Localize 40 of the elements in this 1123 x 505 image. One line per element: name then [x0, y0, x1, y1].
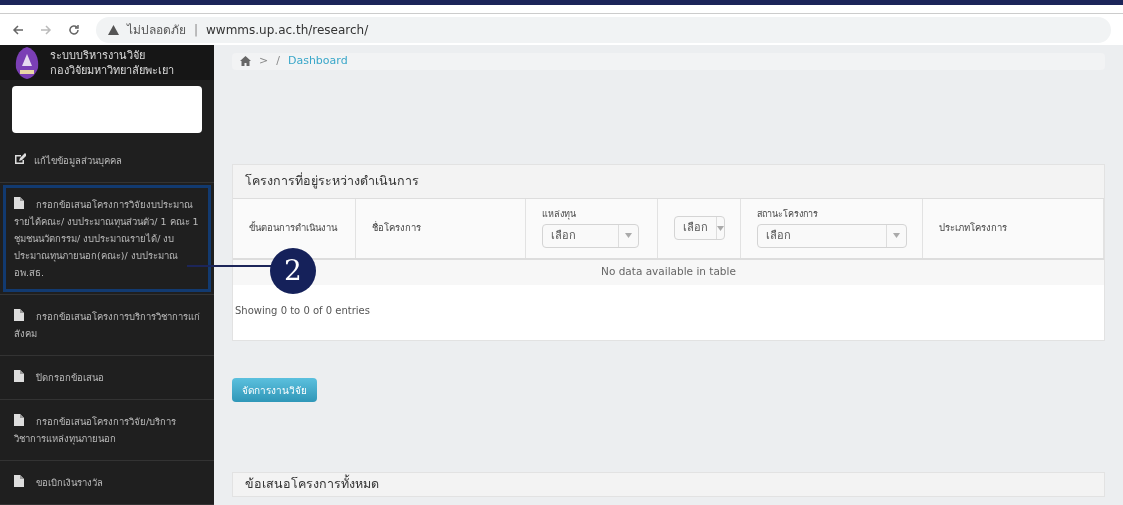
- column-header: ประเภทโครงการ: [939, 220, 1007, 235]
- sidebar-item[interactable]: กรอกข้อเสนอโครงการบริการวิชาการแก่สังคม: [3, 297, 211, 353]
- sidebar-item[interactable]: กรอกข้อเสนอโครงการวิจัย/บริการวิชาการแหล่งทุนภายนอก: [3, 402, 211, 458]
- file-icon: [14, 309, 24, 321]
- system-title: ระบบบริหารงานวิจัย: [50, 47, 146, 63]
- file-icon: [14, 414, 24, 426]
- panel-title: โครงการที่อยู่ระหว่างดำเนินการ: [245, 171, 419, 191]
- address-divider: |: [194, 21, 199, 39]
- sidebar-item[interactable]: ปิดกรอกข้อเสนอ: [3, 358, 211, 397]
- caret-icon: [625, 233, 632, 239]
- entries-info: Showing 0 to 0 of 0 entries: [234, 304, 371, 316]
- file-icon: [14, 197, 24, 209]
- breadcrumb-separator: >: [259, 53, 269, 69]
- select-dropdown[interactable]: เลือก: [674, 216, 725, 240]
- reload-icon[interactable]: [68, 23, 80, 36]
- empty-table-message: No data available in table: [601, 264, 736, 280]
- sidebar-item[interactable]: แก้ไขข้อมูลส่วนบุคคล: [3, 141, 211, 180]
- file-icon: [14, 475, 24, 487]
- breadcrumb-separator: /: [276, 53, 280, 69]
- address-bar[interactable]: ไม่ปลอดภัย | wwmms.up.ac.th/research/: [96, 16, 1111, 43]
- column-header: ขั้นตอนการดำเนินงาน: [249, 220, 337, 235]
- system-title: กองวิจัยมหาวิทยาลัยพะเยา: [50, 62, 174, 78]
- caret-icon: [893, 233, 900, 239]
- warning-icon: [108, 24, 119, 35]
- column-header: แหล่งทุน: [542, 208, 577, 222]
- caret-icon: [717, 225, 724, 231]
- search-field[interactable]: [12, 86, 202, 133]
- sidebar-item[interactable]: ขอเบิกเงินรางวัล: [3, 463, 211, 502]
- back-icon[interactable]: [12, 23, 24, 36]
- panel-title: ข้อเสนอโครงการทั้งหมด: [245, 475, 379, 494]
- select-dropdown[interactable]: เลือก: [542, 223, 639, 248]
- column-header: ชื่อโครงการ: [372, 220, 421, 235]
- security-label: ไม่ปลอดภัย: [127, 21, 186, 39]
- url-text: wwmms.up.ac.th/research/: [206, 21, 369, 39]
- sidebar-item[interactable]: กรอกข้อเสนอโครงการวิจัยงบประมาณรายได้คณะ/ งบประมาณทุนส่วนตัว/ 1 คณะ 1 ชุมชนนวัตกรรม/ งบประมาณรายได้/ งบประมาณทุนภายนอก(คณะ)/ งบประมาณ อพ.สธ.: [3, 185, 211, 292]
- file-icon: [14, 370, 24, 382]
- column-header: สถานะโครงการ: [757, 208, 819, 222]
- select-dropdown[interactable]: เลือก: [757, 223, 907, 248]
- edit-icon: [14, 153, 26, 165]
- home-icon[interactable]: [240, 56, 251, 67]
